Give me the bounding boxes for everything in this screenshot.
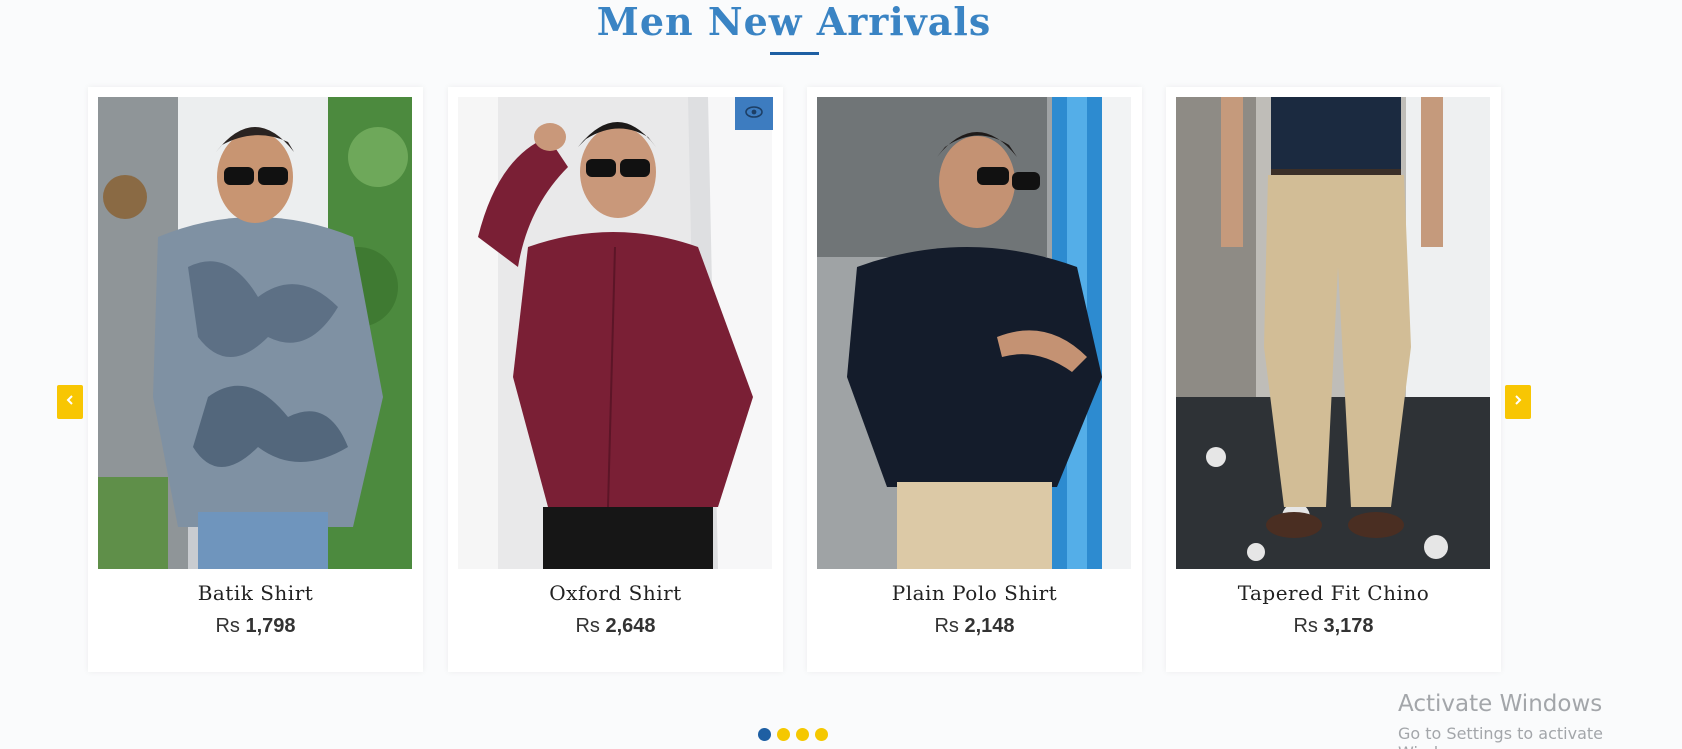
carousel-dot-4[interactable] — [815, 728, 828, 741]
product-price: Rs 2,648 — [448, 615, 783, 638]
chevron-left-icon — [65, 393, 75, 411]
carousel-dot-2[interactable] — [777, 728, 790, 741]
product-image[interactable] — [98, 97, 412, 569]
section-title: Men New Arrivals — [596, 0, 992, 44]
title-underline — [770, 52, 819, 55]
price-amount: 3,178 — [1323, 615, 1374, 637]
product-price: Rs 3,178 — [1166, 615, 1501, 638]
carousel-next-button[interactable] — [1505, 385, 1531, 419]
product-name[interactable]: Plain Polo Shirt — [807, 581, 1142, 605]
price-currency: Rs — [575, 615, 600, 637]
product-image[interactable] — [817, 97, 1131, 569]
price-amount: 1,798 — [245, 615, 296, 637]
carousel-prev-button[interactable] — [57, 385, 83, 419]
product-price: Rs 2,148 — [807, 615, 1142, 638]
product-name[interactable]: Oxford Shirt — [448, 581, 783, 605]
price-currency: Rs — [1293, 615, 1318, 637]
price-currency: Rs — [215, 615, 240, 637]
product-image[interactable] — [458, 97, 772, 569]
chevron-right-icon — [1513, 393, 1523, 411]
activate-windows-watermark: Activate Windows Go to Settings to activ… — [1398, 690, 1682, 749]
product-name[interactable]: Tapered Fit Chino — [1166, 581, 1501, 605]
product-name[interactable]: Batik Shirt — [88, 581, 423, 605]
watermark-title: Activate Windows — [1398, 691, 1603, 717]
quickview-button[interactable] — [735, 97, 773, 130]
carousel-dot-3[interactable] — [796, 728, 809, 741]
product-image[interactable] — [1176, 97, 1490, 569]
product-price: Rs 1,798 — [88, 615, 423, 638]
product-card[interactable]: Oxford Shirt Rs 2,648 — [448, 87, 783, 672]
price-currency: Rs — [934, 615, 959, 637]
product-card[interactable]: Tapered Fit Chino Rs 3,178 — [1166, 87, 1501, 672]
price-amount: 2,648 — [605, 615, 656, 637]
watermark-subtitle: Go to Settings to activate Windows. — [1398, 724, 1603, 749]
carousel-dot-1[interactable] — [758, 728, 771, 741]
price-amount: 2,148 — [964, 615, 1015, 637]
carousel-pagination — [758, 728, 828, 741]
product-card[interactable]: Batik Shirt Rs 1,798 — [88, 87, 423, 672]
product-card[interactable]: Plain Polo Shirt Rs 2,148 — [807, 87, 1142, 672]
eye-icon — [745, 105, 763, 123]
